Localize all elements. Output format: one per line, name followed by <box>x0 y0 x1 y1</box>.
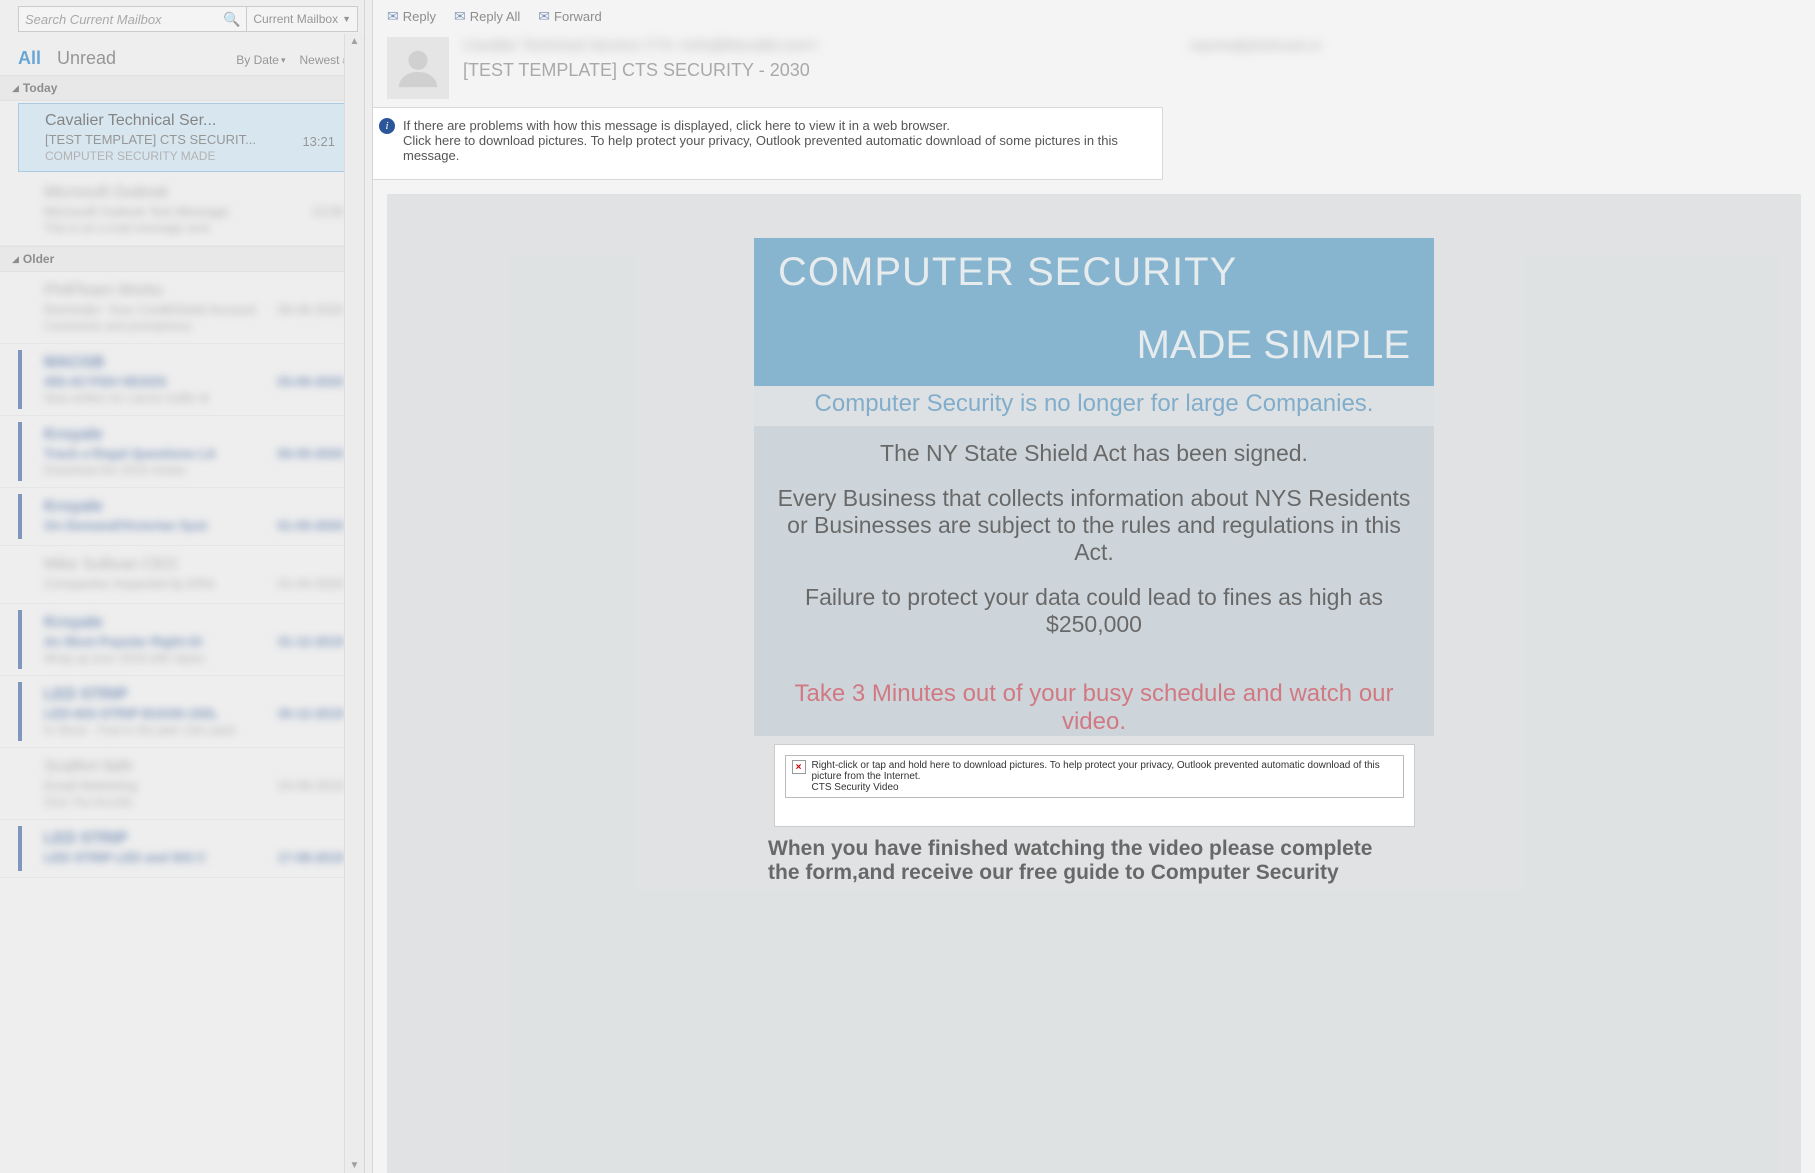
sort-order-toggle[interactable]: Newest↓ <box>299 53 346 67</box>
search-icon[interactable]: 🔍 <box>223 11 240 28</box>
message-item[interactable]: Kroyale An Most Popular Right-Gl Wrap up… <box>0 604 364 676</box>
blocked-image-block[interactable]: × Right-click or tap and hold here to do… <box>774 744 1415 827</box>
tab-all[interactable]: All <box>18 48 41 69</box>
pane-divider[interactable] <box>365 0 373 1173</box>
message-time: 13:21 <box>302 134 335 149</box>
avatar <box>387 37 449 99</box>
group-header-older[interactable]: ◢ Older <box>0 246 364 272</box>
search-scope-dropdown[interactable]: Current Mailbox ▼ <box>247 6 358 32</box>
reply-all-button[interactable]: ✉ Reply All <box>454 8 520 25</box>
call-to-action: Take 3 Minutes out of your busy schedule… <box>754 672 1434 736</box>
collapse-icon: ◢ <box>12 254 19 265</box>
blocked-image-text: Right-click or tap and hold here to down… <box>812 760 1397 793</box>
scroll-up-icon[interactable]: ▲ <box>350 36 360 47</box>
reply-button[interactable]: ✉ Reply <box>387 8 436 25</box>
search-scope-label: Current Mailbox <box>253 12 338 26</box>
chevron-down-icon: ▾ <box>281 55 286 66</box>
search-box[interactable]: 🔍 <box>18 6 247 32</box>
message-item[interactable]: Kroyale On Demand/Victorian Syst 01-05-2… <box>0 488 364 546</box>
collapse-icon: ◢ <box>12 83 19 94</box>
subject-line: [TEST TEMPLATE] CTS SECURITY - 2030 <box>463 60 1801 81</box>
paragraph: Every Business that collects information… <box>776 485 1412 566</box>
message-subject: [TEST TEMPLATE] CTS SECURIT... <box>45 132 341 147</box>
subheading: Computer Security is no longer for large… <box>754 386 1434 426</box>
group-header-today[interactable]: ◢ Today <box>0 75 364 101</box>
message-list-pane: 🔍 Current Mailbox ▼ All Unread By Date▾ … <box>0 0 365 1173</box>
hero-title: COMPUTER SECURITY <box>778 250 1410 295</box>
reply-all-icon: ✉ <box>454 8 466 25</box>
reading-pane: ✉ Reply ✉ Reply All ✉ Forward Cavalier T… <box>373 0 1815 1173</box>
reply-icon: ✉ <box>387 8 399 25</box>
message-item[interactable]: LED STRIP LED-602-STRIP B10/30-150L In S… <box>0 676 364 748</box>
message-item[interactable]: Scalfert faith Email Marketing Give You … <box>0 748 364 820</box>
closing-text: When you have finished watching the vide… <box>754 827 1434 885</box>
info-bar-line2: Click here to download pictures. To help… <box>403 133 1148 163</box>
message-item-selected[interactable]: Cavalier Technical Ser... [TEST TEMPLATE… <box>18 103 356 172</box>
message-item[interactable]: PhillTeam Works Reminder: Your Credit/De… <box>0 272 364 344</box>
message-item[interactable]: Kroyale Track a Regal Questions LA Downl… <box>0 416 364 488</box>
info-icon: i <box>379 118 395 134</box>
tab-unread[interactable]: Unread <box>57 48 116 69</box>
from-field: Cavalier Technical Service CTS <info@the… <box>463 37 819 54</box>
broken-image-icon: × <box>792 760 806 774</box>
message-item[interactable]: Mike Sullivan CEO Companies Impacted by … <box>0 546 364 604</box>
to-field: reports@phishcam.io <box>1189 37 1322 54</box>
body-content: The NY State Shield Act has been signed.… <box>754 426 1434 672</box>
search-input[interactable] <box>25 12 219 27</box>
sort-by-dropdown[interactable]: By Date▾ <box>236 53 285 67</box>
message-sender: Cavalier Technical Ser... <box>45 112 341 130</box>
message-item[interactable]: MACGB 450-43 FISH HEADS New written for … <box>0 344 364 416</box>
scrollbar[interactable]: ▲ ▼ <box>344 34 364 1173</box>
paragraph: Failure to protect your data could lead … <box>776 584 1412 638</box>
message-list: ◢ Today Cavalier Technical Ser... [TEST … <box>0 75 364 1173</box>
hero-banner: COMPUTER SECURITY MADE SIMPLE <box>754 238 1434 386</box>
hero-subtitle: MADE SIMPLE <box>778 323 1410 368</box>
message-preview: COMPUTER SECURITY MADE <box>45 149 341 163</box>
forward-icon: ✉ <box>538 8 550 25</box>
paragraph: The NY State Shield Act has been signed. <box>776 440 1412 467</box>
info-bar[interactable]: i If there are problems with how this me… <box>373 107 1163 180</box>
message-item[interactable]: LED STRIP LED STRIP LED and 503 C 17-08-… <box>0 820 364 878</box>
person-icon <box>395 45 441 91</box>
info-bar-line1: If there are problems with how this mess… <box>403 118 1148 133</box>
chevron-down-icon: ▼ <box>342 14 351 24</box>
email-body: COMPUTER SECURITY MADE SIMPLE Computer S… <box>387 194 1801 1173</box>
message-item[interactable]: Microsoft Outlook Microsoft Outlook Test… <box>0 174 364 246</box>
forward-button[interactable]: ✉ Forward <box>538 8 601 25</box>
scroll-down-icon[interactable]: ▼ <box>350 1160 360 1171</box>
